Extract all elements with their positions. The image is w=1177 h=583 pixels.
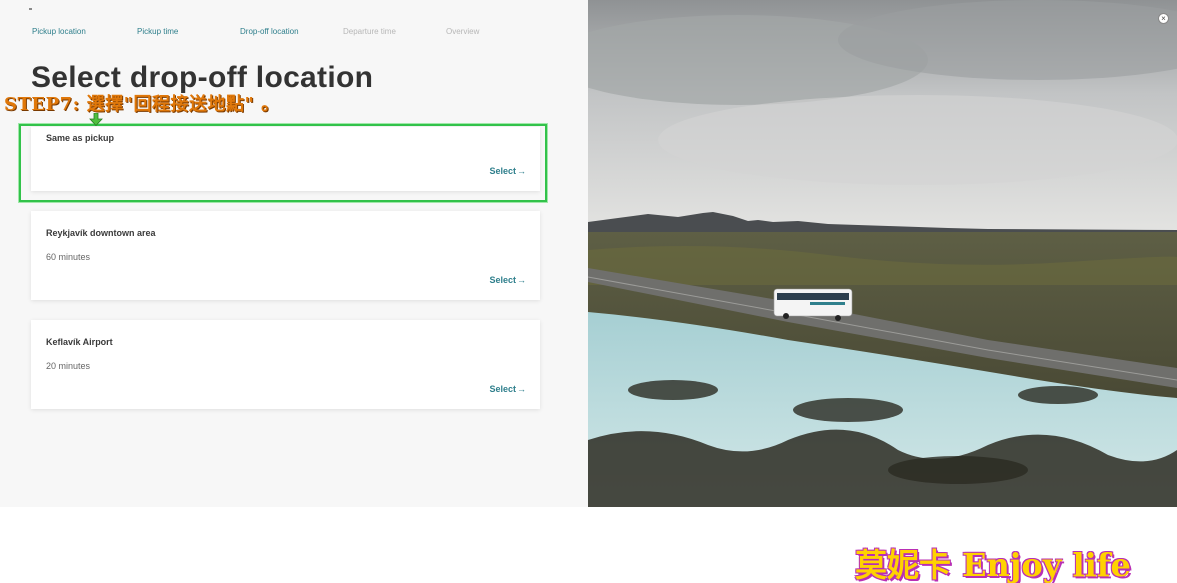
- option-card-keflavik[interactable]: Keflavík Airport 20 minutes Select→: [31, 320, 540, 409]
- option-card-reykjavik[interactable]: Reykjavík downtown area 60 minutes Selec…: [31, 211, 540, 300]
- close-icon: ×: [1161, 14, 1166, 23]
- option-title: Reykjavík downtown area: [46, 228, 156, 238]
- hero-landscape-image: [588, 0, 1177, 507]
- option-duration: 60 minutes: [46, 252, 91, 262]
- option-card-same-as-pickup[interactable]: Same as pickup Select→: [31, 127, 540, 191]
- down-arrow-icon: [89, 113, 103, 126]
- option-title: Same as pickup: [46, 133, 115, 143]
- option-title: Keflavík Airport: [46, 337, 113, 347]
- step-drop-off-location[interactable]: Drop-off location: [240, 27, 299, 36]
- select-button[interactable]: Select→: [489, 275, 526, 285]
- step-overview: Overview: [446, 27, 480, 36]
- step-pickup-time[interactable]: Pickup time: [137, 27, 178, 36]
- select-label: Select: [489, 384, 516, 394]
- watermark: 莫妮卡 Enjoy life: [855, 546, 1131, 583]
- bus-graphic: [773, 288, 853, 321]
- arrow-right-icon: →: [517, 384, 526, 394]
- option-duration: 20 minutes: [46, 361, 91, 371]
- close-button[interactable]: ×: [1158, 13, 1169, 24]
- select-label: Select: [489, 166, 516, 176]
- arrow-right-icon: →: [517, 166, 526, 176]
- select-button[interactable]: Select→: [489, 384, 526, 394]
- step-pickup-location[interactable]: Pickup location: [32, 27, 86, 36]
- arrow-right-icon: →: [517, 275, 526, 285]
- step-annotation: STEP7: 選擇"回程接送地點" 。: [4, 94, 280, 115]
- select-button[interactable]: Select→: [489, 166, 526, 176]
- step-departure-time: Departure time: [343, 27, 396, 36]
- booking-panel: Pickup location Pickup time Drop-off loc…: [0, 0, 588, 507]
- indicator-dot: [29, 8, 32, 10]
- select-label: Select: [489, 275, 516, 285]
